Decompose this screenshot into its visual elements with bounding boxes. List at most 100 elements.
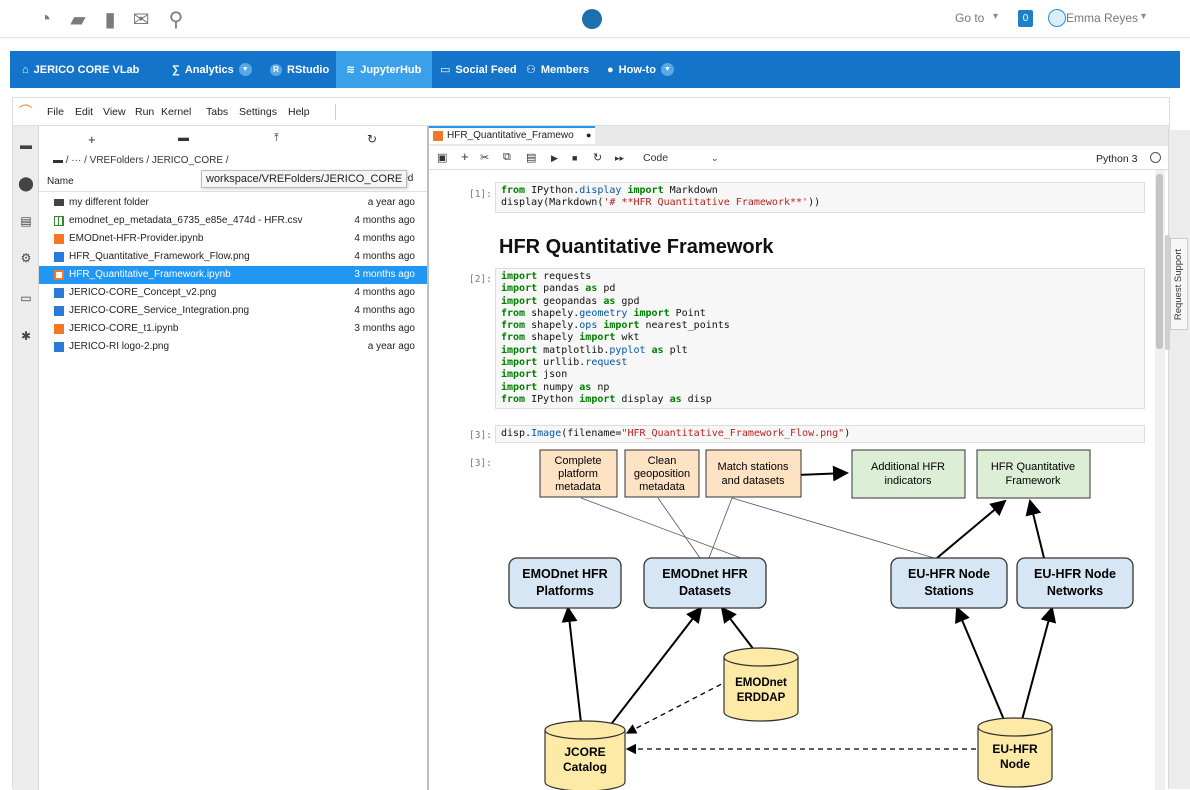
mail-icon[interactable]: ✉ — [129, 7, 153, 31]
nav-item-how-to[interactable]: ● How-to ▼ — [607, 51, 674, 88]
file-row[interactable]: my different folder a year ago — [39, 194, 427, 212]
running-icon[interactable]: ⬤ — [18, 175, 34, 191]
folder-icon[interactable]: ▬ — [53, 155, 63, 166]
chevron-down-icon[interactable]: ▾ — [993, 11, 998, 22]
breadcrumb[interactable]: ▬ / ··· / VREFolders / JERICO_CORE / — [53, 155, 229, 166]
property-inspector-icon[interactable]: ⚙ — [19, 251, 33, 265]
commands-icon[interactable]: ▤ — [19, 214, 33, 228]
notebook-panel: HFR_Quantitative_Framewo ● ▣ + ✂ ⧉ ▤ ▶ ■… — [429, 126, 1169, 790]
copy-icon[interactable]: ⧉ — [503, 151, 511, 164]
paste-icon[interactable]: ▤ — [526, 151, 536, 164]
unsaved-dot-icon[interactable]: ● — [586, 130, 591, 140]
site-logo[interactable] — [582, 9, 602, 29]
file-name: HFR_Quantitative_Framework_Flow.png — [69, 251, 250, 262]
code-cell-3[interactable]: disp.Image(filename="HFR_Quantitative_Fr… — [495, 425, 1145, 444]
nav-bar: ⌂ JERICO CORE VLab ∑ Analytics ▼ R RStud… — [10, 51, 1180, 88]
breadcrumb-path[interactable]: / ··· / VREFolders / JERICO_CORE / — [66, 155, 229, 166]
run-icon[interactable]: ▶ — [551, 153, 558, 164]
file-row[interactable]: JERICO-RI logo-2.png a year ago — [39, 338, 427, 356]
fast-forward-icon[interactable]: ▸▸ — [615, 153, 624, 164]
svg-text:Clean: Clean — [648, 455, 677, 467]
notebook-icon — [54, 324, 64, 334]
jupyterlab-window: ⌒ File Edit View Run Kernel Tabs Setting… — [12, 97, 1170, 790]
menu-tabs[interactable]: Tabs — [206, 106, 228, 118]
image-icon — [54, 288, 64, 298]
cell-type-select[interactable]: Code — [643, 152, 668, 164]
code-cell-2[interactable]: import requests import pandas as pd impo… — [495, 268, 1145, 410]
menu-run[interactable]: Run — [135, 106, 154, 118]
code-cell-1[interactable]: from IPython.display import Markdown dis… — [495, 182, 1145, 213]
column-name[interactable]: Name — [47, 176, 74, 187]
save-icon[interactable]: ▣ — [437, 151, 447, 164]
tabs-icon[interactable]: ▭ — [19, 291, 33, 305]
sigma-icon: ∑ — [172, 63, 180, 76]
menu-kernel[interactable]: Kernel — [161, 106, 191, 118]
nav-label: Members — [540, 63, 590, 76]
db-emodnet-erddap: EMODnet ERDDAP — [723, 647, 799, 722]
nav-item-jupyterhub[interactable]: ≋ JupyterHub — [336, 51, 432, 88]
svg-text:indicators: indicators — [884, 475, 932, 487]
scrollbar-thumb[interactable] — [1156, 174, 1163, 349]
file-row-selected[interactable]: HFR_Quantitative_Framework.ipynb 3 month… — [39, 266, 427, 284]
file-modified: 3 months ago — [354, 269, 415, 280]
home-icon: ⌂ — [22, 63, 29, 76]
menu-help[interactable]: Help — [288, 106, 310, 118]
flow-connectors — [580, 497, 935, 559]
file-name: JERICO-CORE_t1.ipynb — [69, 323, 179, 334]
goto-label[interactable]: Go to — [955, 11, 984, 25]
menu-file[interactable]: File — [47, 106, 64, 118]
chevron-down-icon[interactable]: ▾ — [1141, 11, 1146, 22]
extension-icon[interactable]: ✱ — [19, 329, 33, 343]
file-name: my different folder — [69, 197, 149, 208]
folder-icon[interactable]: ▬ — [19, 138, 33, 152]
stop-icon[interactable]: ■ — [572, 153, 577, 163]
menu-settings[interactable]: Settings — [239, 106, 277, 118]
refresh-icon[interactable]: ↻ — [367, 132, 377, 146]
blue-box-3: EU-HFR Node Stations — [890, 557, 1008, 609]
flowchart-image: Complete platform metadata Clean geoposi… — [508, 449, 1134, 790]
search-icon[interactable]: ⚲ — [164, 7, 188, 31]
file-row[interactable]: EMODnet-HFR-Provider.ipynb 4 months ago — [39, 230, 427, 248]
notification-badge[interactable]: 0 — [1018, 10, 1033, 27]
orange-box-2: Clean geoposition metadata — [624, 449, 700, 498]
kernel-name[interactable]: Python 3 — [1096, 153, 1137, 165]
notebook-content[interactable]: [1]: from IPython.display import Markdow… — [429, 170, 1169, 790]
nav-item-rstudio[interactable]: R RStudio — [270, 51, 329, 88]
request-support-tab[interactable]: Request Support — [1170, 238, 1188, 330]
cut-icon[interactable]: ✂ — [480, 151, 489, 164]
chevron-down-icon[interactable]: ⌄ — [711, 153, 719, 164]
new-folder-icon[interactable]: ▬ — [178, 132, 189, 144]
file-modified: 4 months ago — [354, 287, 415, 298]
svg-text:Datasets: Datasets — [679, 584, 731, 598]
file-row[interactable]: HFR_Quantitative_Framework_Flow.png 4 mo… — [39, 248, 427, 266]
file-row[interactable]: emodnet_ep_metadata_6735_e85e_474d - HFR… — [39, 212, 427, 230]
svg-text:Match stations: Match stations — [718, 461, 789, 473]
user-name[interactable]: Emma Reyes — [1066, 11, 1138, 25]
insert-cell-icon[interactable]: + — [461, 149, 469, 164]
nav-item-social-feed[interactable]: ▭ Social Feed — [440, 51, 517, 88]
avatar[interactable] — [1048, 9, 1066, 27]
chevron-down-icon[interactable]: ▼ — [238, 63, 252, 76]
file-row[interactable]: JERICO-CORE_Concept_v2.png 4 months ago — [39, 284, 427, 302]
folder-icon[interactable]: ▰ — [66, 7, 90, 31]
menu-view[interactable]: View — [103, 106, 126, 118]
file-name: emodnet_ep_metadata_6735_e85e_474d - HFR… — [69, 215, 303, 226]
upload-icon[interactable]: ⤒ — [274, 132, 279, 145]
nav-item-vlab[interactable]: ⌂ JERICO CORE VLab — [22, 51, 139, 88]
blue-box-2: EMODnet HFR Datasets — [643, 557, 767, 609]
menu-edit[interactable]: Edit — [75, 106, 93, 118]
restart-icon[interactable]: ↻ — [593, 151, 602, 164]
left-sidebar: ▬ ⬤ ▤ ⚙ ▭ ✱ — [13, 126, 39, 790]
blue-box-1: EMODnet HFR Platforms — [508, 557, 622, 609]
file-name: EMODnet-HFR-Provider.ipynb — [69, 233, 204, 244]
file-row[interactable]: JERICO-CORE_Service_Integration.png 4 mo… — [39, 302, 427, 320]
chevron-down-icon[interactable]: ▼ — [660, 63, 674, 76]
image-icon — [54, 342, 64, 352]
dashboard-icon[interactable]: ◔ — [33, 7, 57, 31]
new-launcher-icon[interactable]: + — [88, 132, 96, 147]
tab-notebook[interactable]: HFR_Quantitative_Framewo ● — [429, 126, 595, 144]
book-icon[interactable]: ▮ — [98, 7, 122, 31]
nav-item-analytics[interactable]: ∑ Analytics ▼ — [172, 51, 252, 88]
file-row[interactable]: JERICO-CORE_t1.ipynb 3 months ago — [39, 320, 427, 338]
nav-item-members[interactable]: ⚇ Members — [526, 51, 589, 88]
